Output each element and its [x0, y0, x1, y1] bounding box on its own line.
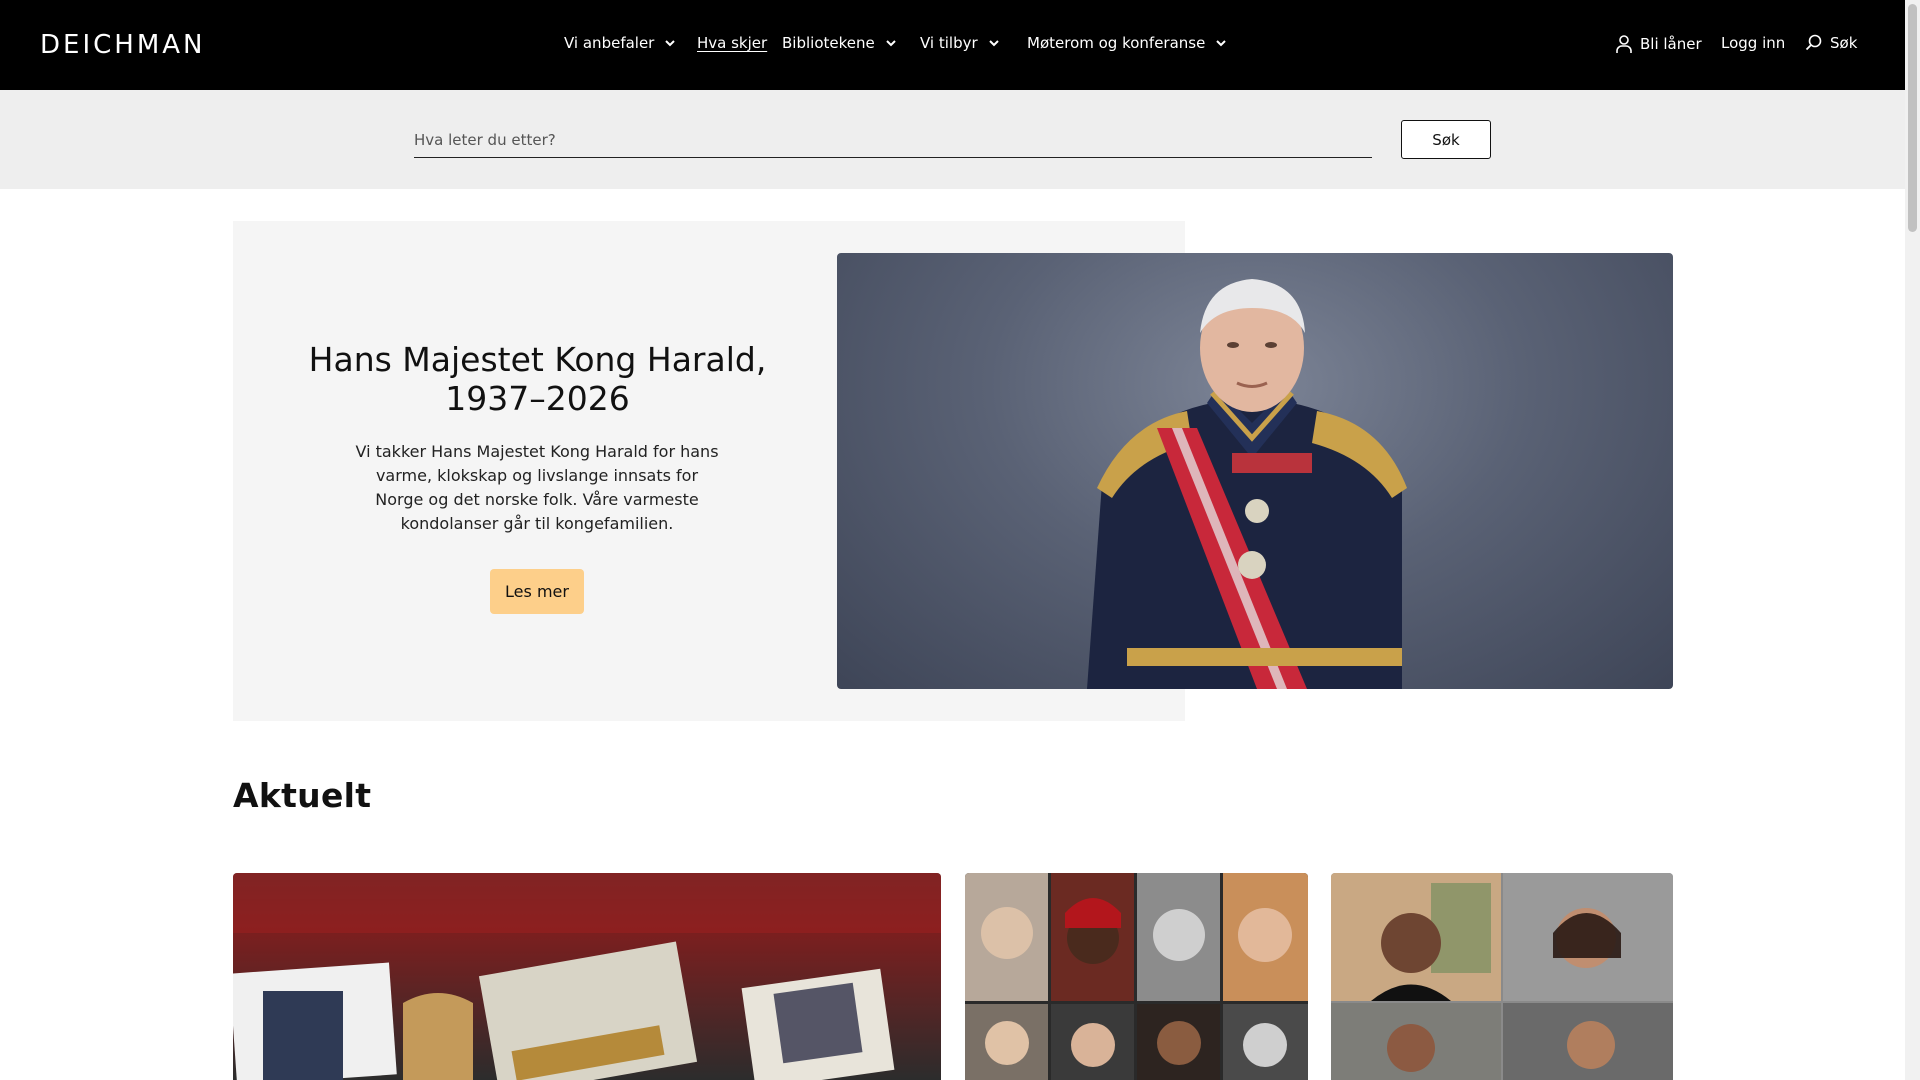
deichman-logo[interactable]: DEICHMAN: [40, 30, 206, 60]
chevron-down-icon: [665, 40, 676, 47]
news-card-people-grid[interactable]: [1331, 873, 1673, 1080]
aktuelt-heading: Aktuelt: [233, 776, 372, 815]
login-label: Logg inn: [1721, 34, 1786, 52]
nav-vi-anbefaler[interactable]: Vi anbefaler: [564, 34, 678, 52]
authors-photo-grid: [965, 873, 1308, 1080]
login-link[interactable]: Logg inn: [1721, 34, 1785, 52]
become-borrower-link[interactable]: Bli låner: [1615, 34, 1702, 54]
hero-body: Vi takker Hans Majestet Kong Harald for …: [355, 442, 719, 533]
portrait-illustration: [1087, 279, 1407, 689]
nav-label: Hva skjer: [697, 34, 768, 52]
chevron-down-icon: [886, 40, 896, 47]
chevron-down-icon: [1216, 40, 1227, 47]
nav-label: Møterom og konferanse: [1027, 34, 1206, 52]
nav-hva-skjer[interactable]: Hva skjer: [697, 34, 767, 52]
page-scrollbar[interactable]: [1905, 0, 1920, 1080]
search-icon: [1805, 34, 1822, 51]
search-band: Søk: [0, 90, 1905, 189]
hero-portrait-image: [837, 253, 1673, 689]
nav-vi-tilbyr[interactable]: Vi tilbyr: [920, 34, 1002, 52]
read-more-button[interactable]: Les mer: [490, 569, 584, 614]
people-photo-grid: [1331, 873, 1673, 1080]
search-input[interactable]: [414, 122, 1372, 158]
nav-bibliotekene[interactable]: Bibliotekene: [782, 34, 899, 52]
user-icon: [1616, 35, 1632, 53]
nav-label: Bibliotekene: [782, 34, 875, 52]
header-search-button[interactable]: Søk: [1805, 34, 1857, 52]
nav-label: Vi anbefaler: [564, 34, 655, 52]
nav-moterom-og-konferanse[interactable]: Møterom og konferanse: [1027, 34, 1229, 52]
search-submit-button[interactable]: Søk: [1401, 120, 1491, 159]
become-borrower-label: Bli låner: [1640, 35, 1702, 53]
site-header: DEICHMAN Vi anbefaler Hva skjer Bibliote…: [0, 0, 1905, 90]
books-display-image: [233, 873, 941, 1080]
header-search-label: Søk: [1830, 34, 1858, 52]
news-card-books[interactable]: [233, 873, 941, 1080]
scrollbar-thumb[interactable]: [1908, 4, 1917, 232]
hero-title: Hans Majestet Kong Harald, 1937–2026: [308, 340, 767, 418]
chevron-down-icon: [988, 40, 999, 47]
nav-label: Vi tilbyr: [920, 34, 978, 52]
news-card-authors-grid[interactable]: [965, 873, 1308, 1080]
